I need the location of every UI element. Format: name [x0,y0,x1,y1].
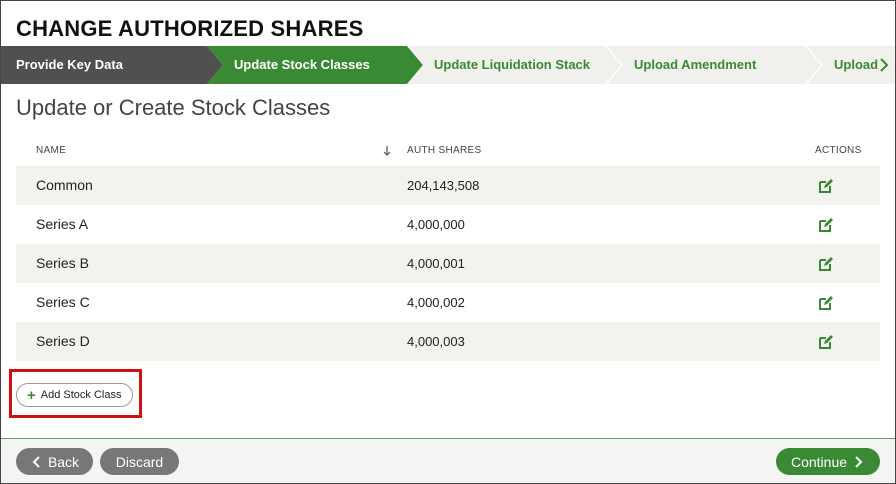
section-title: Update or Create Stock Classes [16,95,331,120]
table-row: Series C 4,000,002 [16,283,880,322]
continue-label: Continue [790,453,848,470]
auth-shares-value: 4,000,001 [407,256,465,271]
step-provide-key-data[interactable]: Provide Key Data [16,46,123,84]
edit-icon[interactable] [818,334,834,350]
edit-icon[interactable] [818,217,834,233]
add-stock-class-button[interactable]: + Add Stock Class [16,383,133,407]
table-row: Common 204,143,508 [16,166,880,205]
auth-shares-value: 4,000,003 [407,334,465,349]
page-title: CHANGE AUTHORIZED SHARES [16,16,364,41]
table-row: Series A 4,000,000 [16,205,880,244]
edit-icon[interactable] [818,256,834,272]
step-update-stock-classes[interactable]: Update Stock Classes [234,46,370,84]
discard-label: Discard [115,453,164,470]
progress-stepper: Provide Key Data Update Stock Classes Up… [1,46,895,84]
chevron-right-icon [855,455,863,468]
continue-button[interactable]: Continue [776,448,880,475]
stock-class-name: Series B [36,255,89,271]
stock-class-name: Series D [36,333,90,349]
auth-shares-value: 4,000,002 [407,295,465,310]
edit-icon[interactable] [818,178,834,194]
plus-icon: + [27,386,36,404]
back-label: Back [47,453,80,470]
step-update-liquidation-stack[interactable]: Update Liquidation Stack [434,46,590,84]
edit-icon[interactable] [818,295,834,311]
add-stock-class-label: Add Stock Class [40,389,122,401]
table-row: Series B 4,000,001 [16,244,880,283]
auth-shares-value: 204,143,508 [407,178,480,193]
stock-class-name: Series C [36,294,90,310]
step-upload[interactable]: Upload [834,46,878,84]
auth-shares-value: 4,000,000 [407,217,465,232]
column-header-actions: ACTIONS [815,145,862,156]
stock-class-name: Common [36,177,93,193]
discard-button[interactable]: Discard [100,448,179,475]
back-button[interactable]: Back [16,448,93,475]
stock-class-name: Series A [36,216,89,232]
step-upload-amendment[interactable]: Upload Amendment [634,46,756,84]
sort-arrow-down-icon[interactable] [382,145,392,157]
column-header-auth-shares[interactable]: AUTH SHARES [407,145,481,156]
chevron-left-icon [32,455,40,468]
column-header-name[interactable]: NAME [36,145,66,156]
table-row: Series D 4,000,003 [16,322,880,361]
